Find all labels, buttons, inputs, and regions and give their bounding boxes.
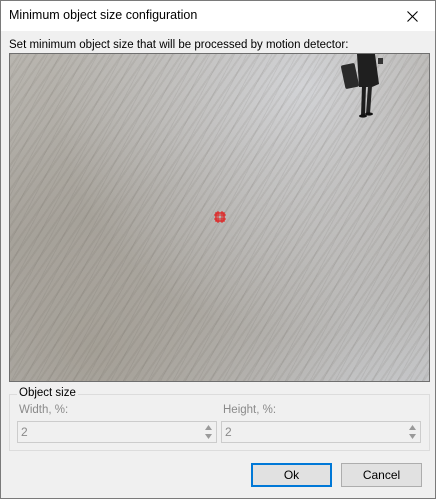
spin-up-icon[interactable]	[408, 425, 416, 430]
close-button[interactable]	[389, 1, 435, 31]
height-spin-arrows[interactable]	[406, 423, 418, 441]
close-icon	[406, 10, 418, 22]
title-bar: Minimum object size configuration	[1, 1, 435, 31]
width-value: 2	[21, 425, 28, 439]
pedestrian-figure	[341, 54, 383, 118]
spin-down-icon[interactable]	[408, 434, 416, 439]
height-label: Height, %:	[223, 404, 277, 416]
height-value: 2	[225, 425, 232, 439]
window-title: Minimum object size configuration	[9, 8, 198, 22]
dialog-window: Minimum object size configuration Set mi…	[0, 0, 436, 499]
spin-up-icon[interactable]	[204, 425, 212, 430]
width-label: Width, %:	[19, 404, 69, 416]
camera-preview[interactable]	[9, 53, 430, 382]
instruction-label: Set minimum object size that will be pro…	[9, 39, 349, 51]
width-spinbox[interactable]: 2	[17, 421, 217, 443]
spin-down-icon[interactable]	[204, 434, 212, 439]
width-spin-arrows[interactable]	[202, 423, 214, 441]
object-size-legend: Object size	[17, 387, 78, 399]
ok-button[interactable]: Ok	[251, 463, 332, 487]
height-spinbox[interactable]: 2	[221, 421, 421, 443]
object-size-marker[interactable]	[214, 211, 226, 223]
cancel-button[interactable]: Cancel	[341, 463, 422, 487]
